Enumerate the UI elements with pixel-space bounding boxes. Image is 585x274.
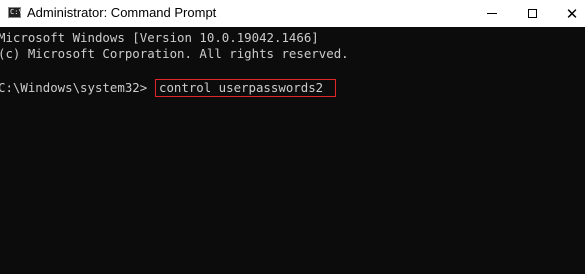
cmd-icon-glyph: C:\: [10, 8, 23, 16]
window-title: Administrator: Command Prompt: [27, 5, 217, 20]
cmd-icon[interactable]: C:\: [8, 7, 23, 18]
maximize-button[interactable]: [512, 0, 552, 27]
minimize-icon: [487, 13, 497, 14]
prompt-path: C:\Windows\system32>: [0, 80, 148, 95]
close-icon: ✕: [565, 4, 579, 23]
close-button[interactable]: ✕: [552, 0, 585, 27]
typed-command[interactable]: control userpasswords2: [159, 79, 323, 97]
console-output[interactable]: Microsoft Windows [Version 10.0.19042.14…: [0, 27, 585, 274]
maximize-icon: [527, 9, 537, 18]
title-bar[interactable]: C:\ Administrator: Command Prompt ✕: [0, 0, 585, 27]
copyright-line: (c) Microsoft Corporation. All rights re…: [0, 46, 349, 61]
minimize-button[interactable]: [472, 0, 512, 27]
command-prompt-window: C:\ Administrator: Command Prompt ✕ Micr…: [0, 0, 585, 274]
